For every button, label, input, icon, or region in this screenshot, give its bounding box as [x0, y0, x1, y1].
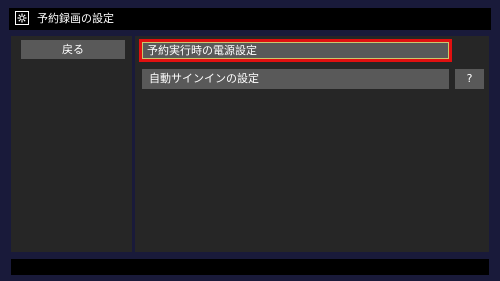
- status-bar: [11, 259, 489, 275]
- back-button[interactable]: 戻る: [21, 40, 125, 59]
- help-button[interactable]: ?: [455, 69, 484, 89]
- settings-screen: 予約録画の設定 戻る 予約実行時の電源設定 自動サインインの設定 ?: [0, 0, 500, 281]
- power-settings-label: 予約実行時の電源設定: [147, 44, 257, 57]
- gear-icon: [15, 11, 29, 25]
- power-settings-button[interactable]: 予約実行時の電源設定: [139, 39, 452, 62]
- left-pane: [11, 36, 132, 252]
- auto-signin-label: 自動サインインの設定: [149, 72, 259, 85]
- window-title: 予約録画の設定: [37, 12, 114, 25]
- auto-signin-button[interactable]: 自動サインインの設定: [142, 69, 449, 89]
- title-bar: 予約録画の設定: [9, 8, 491, 30]
